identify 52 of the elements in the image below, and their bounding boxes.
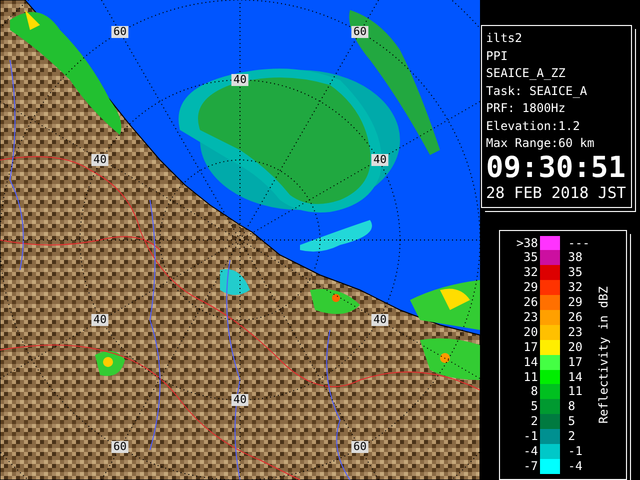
info-text: Max Range:60 km: [486, 135, 596, 152]
info-text: PPI: [486, 48, 509, 64]
legend-value: 11: [522, 370, 539, 384]
legend-value: 5: [567, 414, 576, 430]
legend-value: 26: [522, 295, 539, 310]
legend-value: -7: [522, 458, 539, 474]
info-text: SEAICE_A_ZZ: [486, 65, 566, 82]
legend-value: 5: [530, 399, 539, 414]
info-text: ilts2: [486, 30, 524, 47]
legend-value: 17: [567, 354, 584, 370]
legend-value: 29: [522, 280, 539, 296]
legend-value: 2: [567, 429, 576, 444]
range-label: 60: [111, 26, 129, 38]
range-label: 40: [371, 154, 389, 166]
range-label: 40: [91, 314, 109, 326]
legend-value: 14: [522, 354, 539, 370]
legend-value: 2: [530, 414, 539, 430]
legend-value: 23: [522, 310, 539, 325]
legend-value: ---: [567, 236, 591, 250]
legend-title: Reflectivity in dBZ: [596, 286, 612, 424]
legend-value: 35: [522, 250, 539, 266]
range-label: 40: [371, 314, 389, 326]
legend-value: 35: [567, 265, 584, 280]
scan-time: 09:30:51: [486, 152, 627, 180]
legend-value: 17: [522, 340, 539, 355]
range-label: 60: [111, 441, 129, 453]
range-label: 40: [91, 154, 109, 166]
legend-value: 32: [522, 265, 539, 280]
legend-value: >38: [515, 236, 539, 250]
legend-value: -1: [567, 444, 584, 459]
info-text: Task: SEAICE_A: [486, 82, 588, 100]
range-label: 40: [231, 394, 249, 406]
legend-value: 20: [522, 324, 539, 340]
legend-value: 29: [567, 295, 584, 310]
legend-value: 11: [567, 384, 584, 400]
info-text: Elevation:1.2: [486, 118, 581, 134]
legend-value: -4: [522, 444, 539, 459]
legend-value: 38: [567, 250, 584, 266]
legend-value: -1: [522, 429, 539, 444]
legend-value: 8: [567, 399, 576, 414]
legend-value: 14: [567, 370, 584, 384]
range-label: 60: [351, 441, 369, 453]
legend-value: 32: [567, 280, 584, 296]
scan-date: 28 FEB 2018 JST: [486, 182, 626, 202]
legend-value: 26: [567, 310, 584, 325]
info-text: PRF: 1800Hz: [486, 100, 566, 117]
legend-value: -4: [567, 458, 584, 474]
legend-value: 8: [530, 384, 539, 400]
legend-value: 23: [567, 324, 584, 340]
range-label: 40: [231, 74, 249, 86]
range-label: 60: [351, 26, 369, 38]
legend-value: 20: [567, 340, 584, 355]
